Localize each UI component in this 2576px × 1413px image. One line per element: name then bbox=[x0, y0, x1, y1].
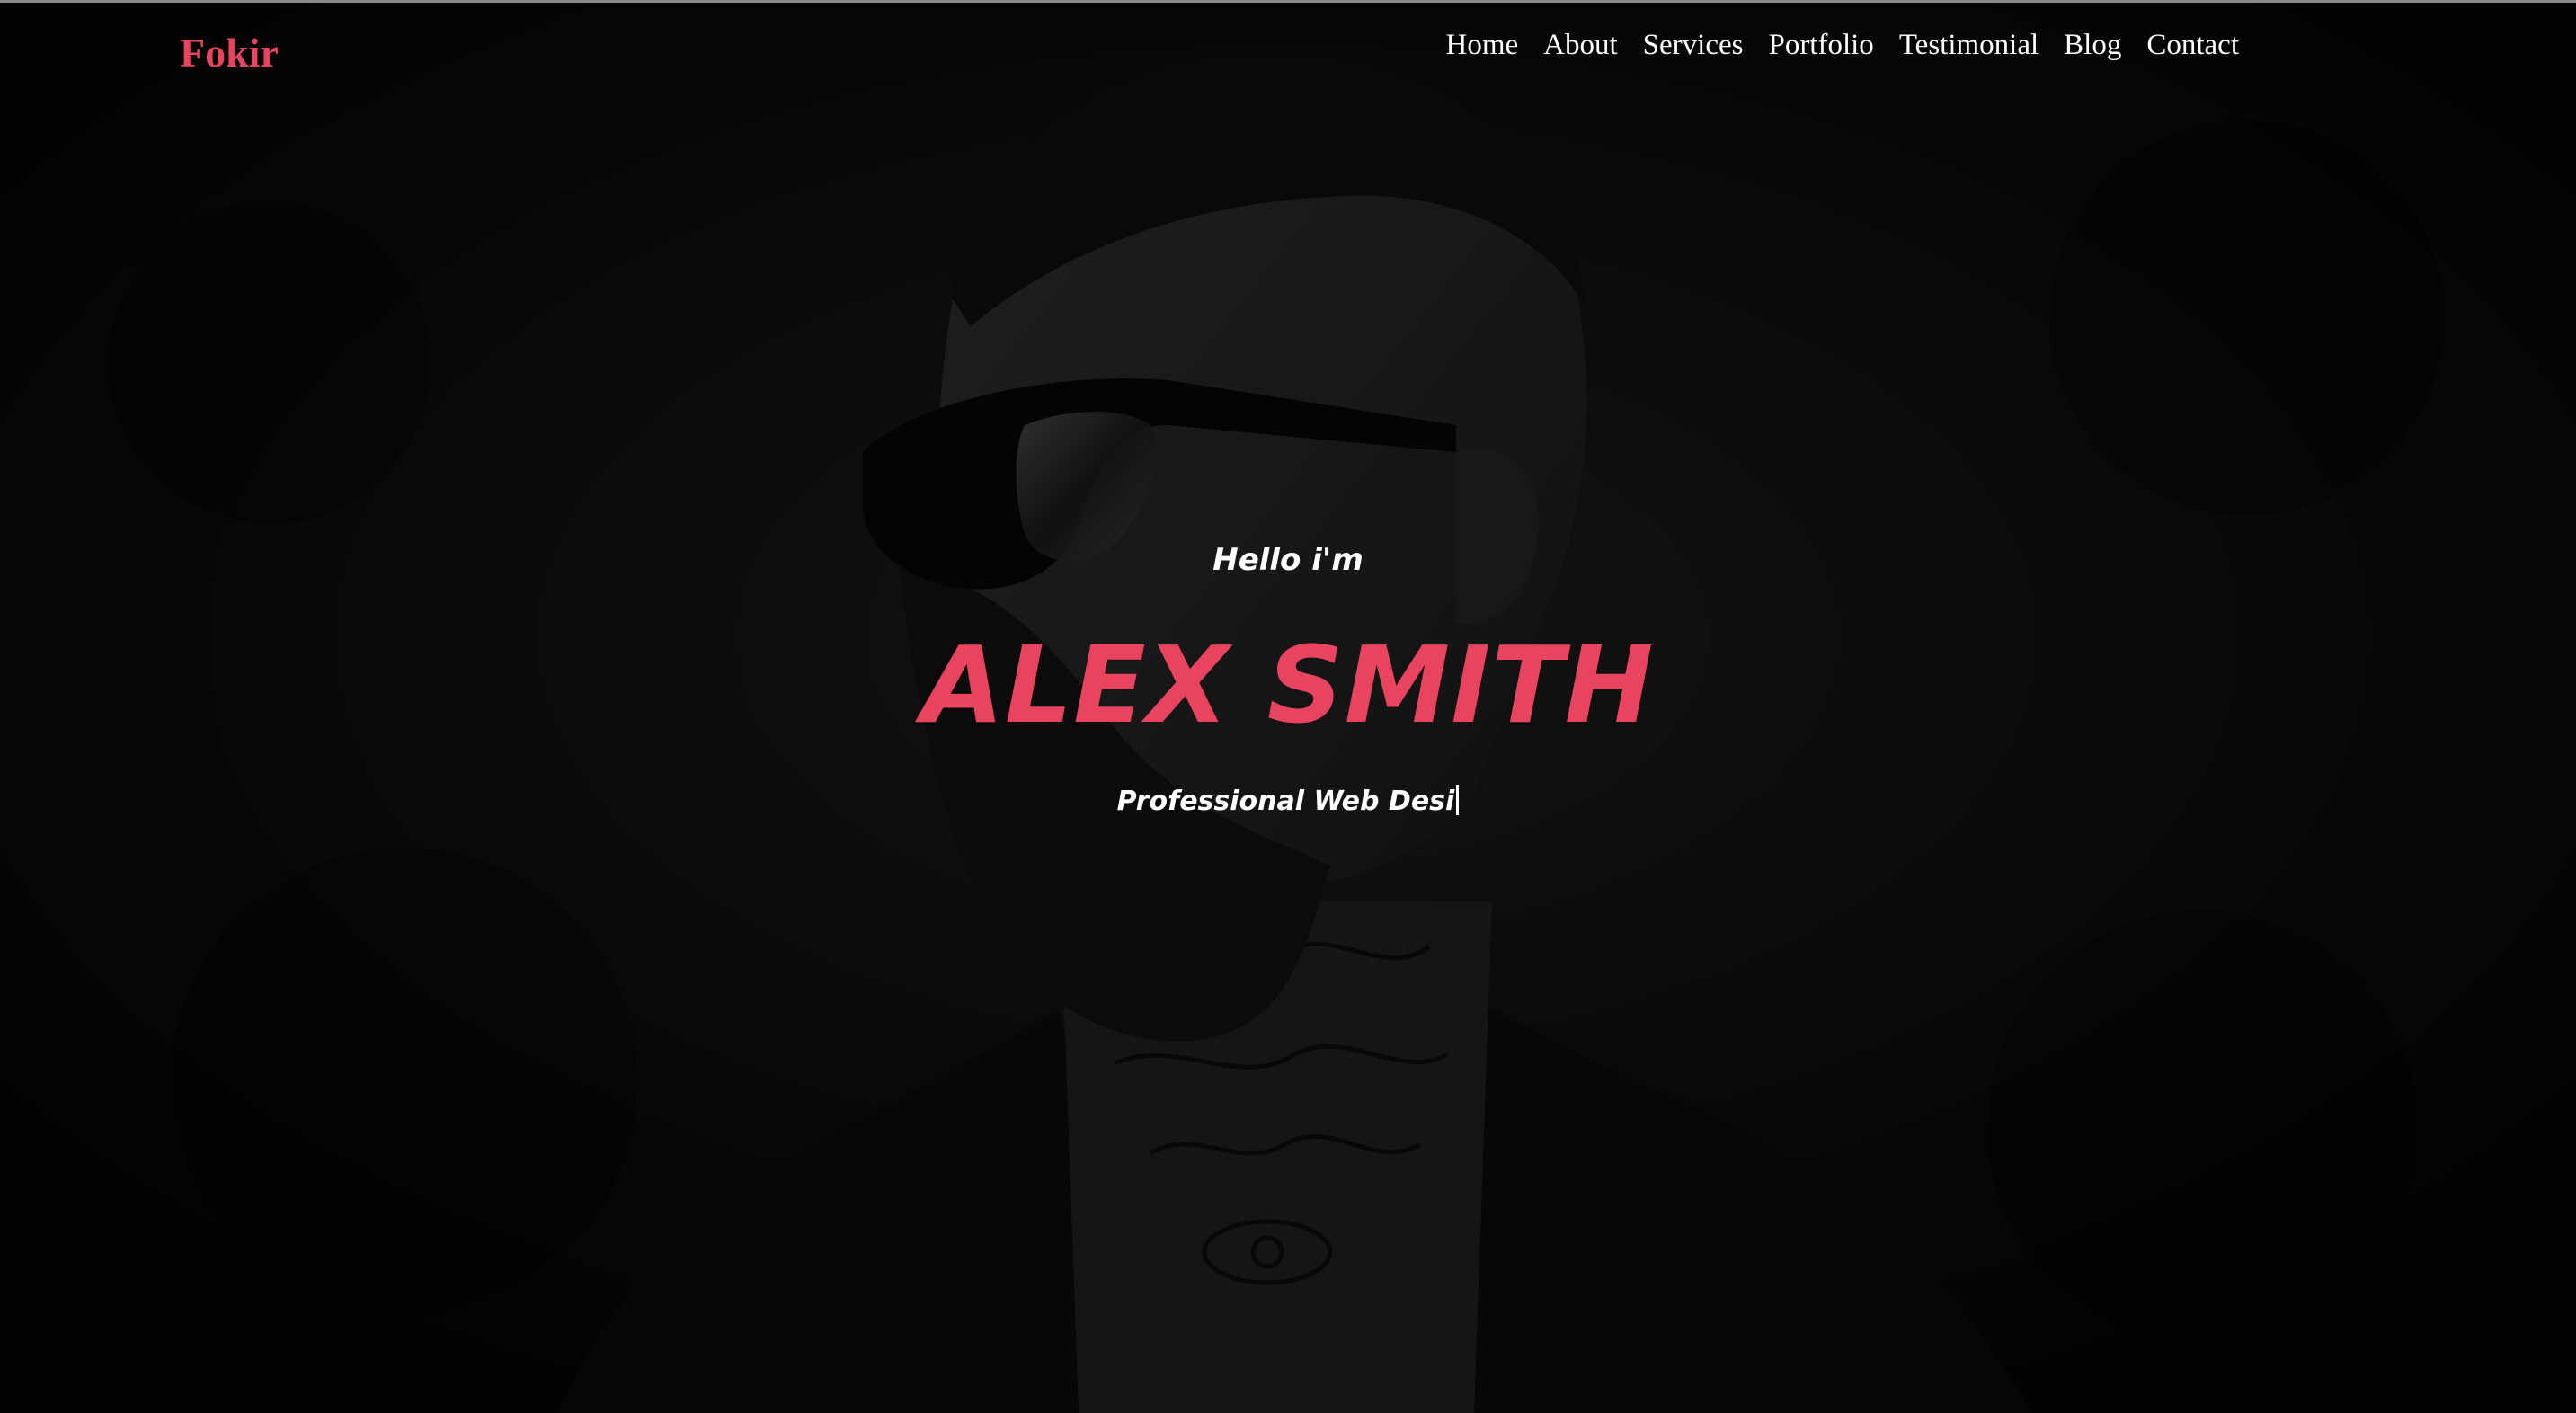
nav-item-contact[interactable]: Contact bbox=[2146, 29, 2239, 62]
nav-item-testimonial[interactable]: Testimonial bbox=[1899, 29, 2039, 62]
hero-role-text: Professional Web Desi bbox=[1116, 786, 1455, 817]
top-navbar: Fokir Home About Services Portfolio Test… bbox=[0, 0, 2576, 108]
nav-item-services[interactable]: Services bbox=[1643, 29, 1744, 62]
hero-role-typed: Professional Web Desi bbox=[0, 785, 2576, 817]
nav-item-portfolio[interactable]: Portfolio bbox=[1768, 29, 1873, 62]
hero-name: ALEX SMITH bbox=[921, 623, 1655, 747]
typing-cursor bbox=[1456, 785, 1460, 815]
hero-greeting: Hello i'm bbox=[1212, 542, 1364, 578]
hero-section: Hello i'm ALEX SMITH Professional Web De… bbox=[0, 3, 2576, 1413]
nav-item-about[interactable]: About bbox=[1543, 29, 1618, 62]
nav-item-home[interactable]: Home bbox=[1446, 29, 1519, 62]
nav-item-blog[interactable]: Blog bbox=[2064, 29, 2121, 62]
main-menu: Home About Services Portfolio Testimonia… bbox=[1446, 29, 2239, 62]
brand-logo[interactable]: Fokir bbox=[180, 29, 279, 76]
